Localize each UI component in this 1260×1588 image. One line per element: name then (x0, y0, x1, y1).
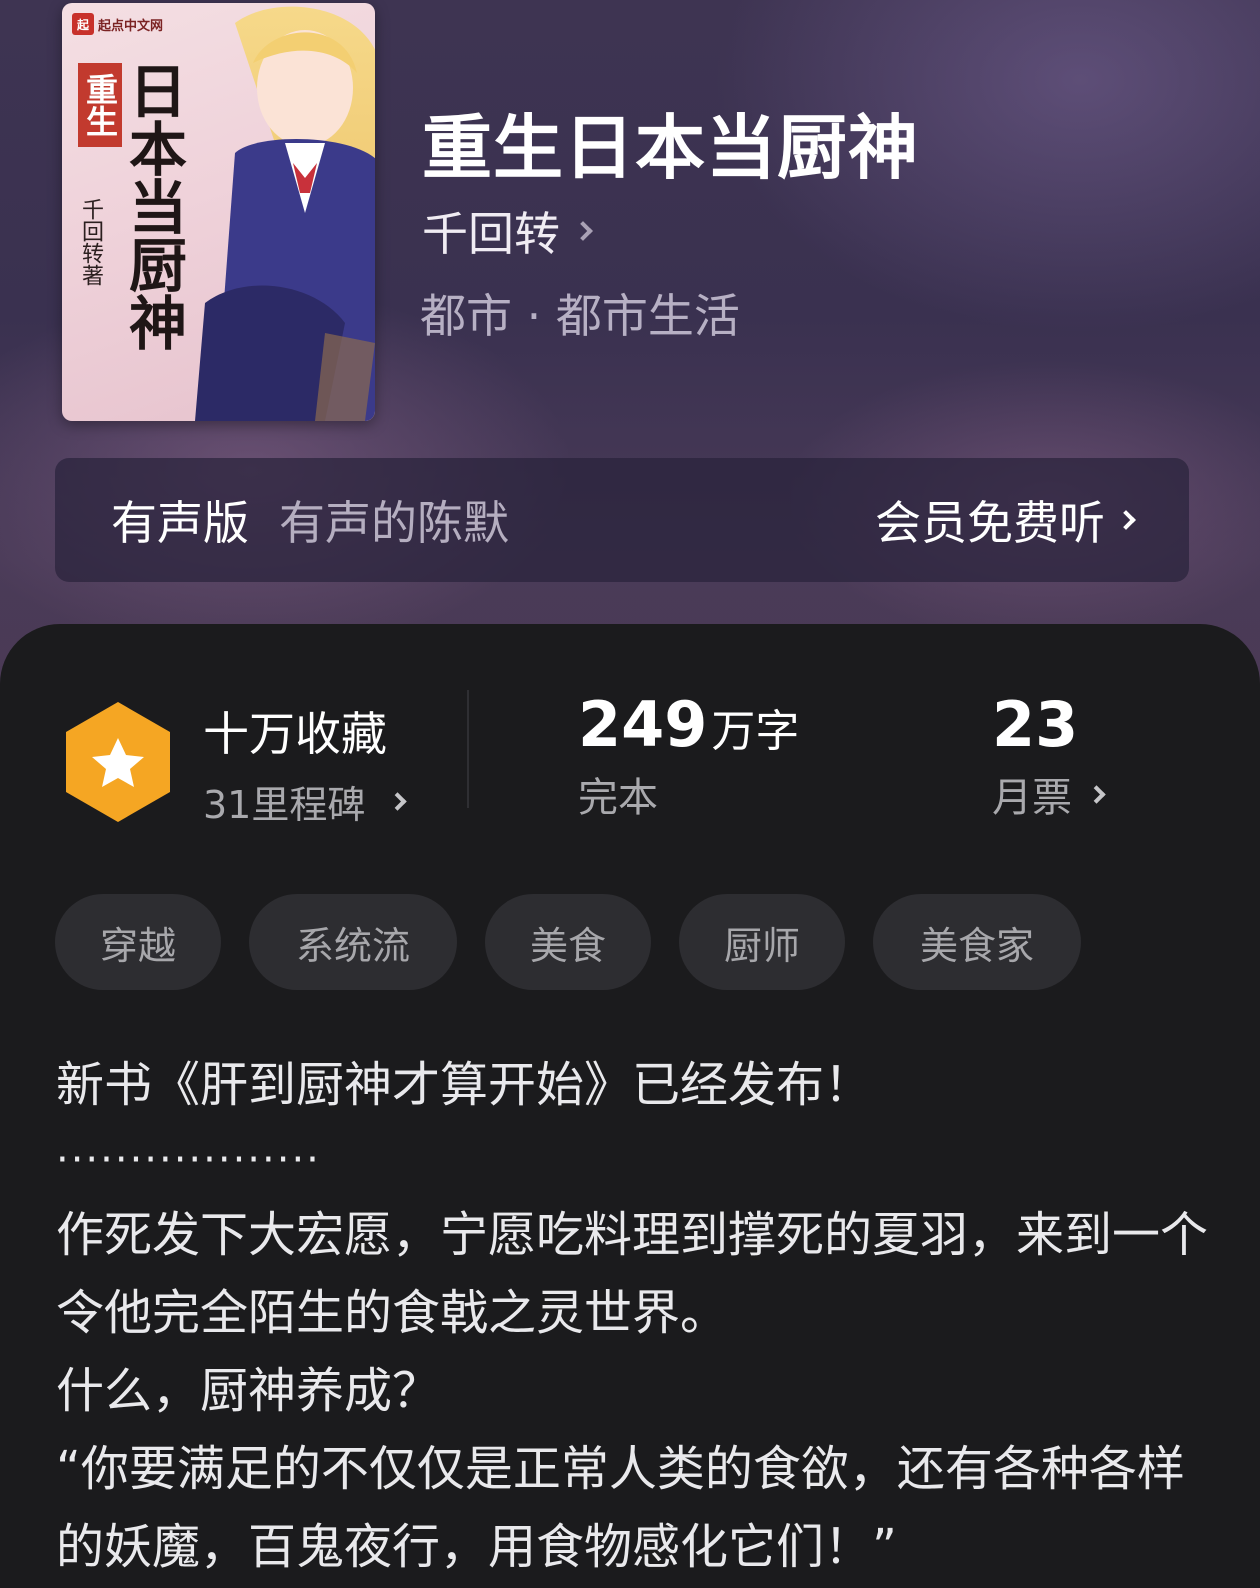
synopsis-line: “你要满足的不仅仅是正常人类的食欲，还有各种各样的妖魔，百鬼夜行，用食物感化它们… (56, 1441, 1185, 1575)
synopsis-line: 作死发下大宏愿，宁愿吃料理到撑死的夏羽，来到一个令他完全陌生的食戟之灵世界。 (56, 1207, 1209, 1341)
favorites-count: 十万收藏 (203, 707, 387, 761)
milestones-count: 31里程碑 (203, 783, 366, 827)
member-free-listen-label: 会员免费听 (875, 496, 1105, 550)
cover-title: 日本当厨神 (119, 61, 187, 351)
book-synopsis[interactable]: 新书《肝到厨神才算开始》已经发布！ ·················· 作死发… (56, 1046, 1216, 1586)
milestones-link[interactable]: 31里程碑 (203, 774, 408, 829)
word-count-number: 249 (578, 688, 708, 761)
monthly-votes-stat[interactable]: 23 月票 (992, 688, 1106, 823)
audio-label: 有声版 (111, 496, 249, 550)
word-count-unit: 万字 (711, 706, 800, 757)
cover-publisher-name: 起点中文网 (98, 18, 164, 34)
cover-publisher: 起 起点中文网 (68, 9, 169, 39)
author-link[interactable]: 千回转 (422, 198, 593, 264)
tag-list: 穿越 系统流 美食 厨师 美食家 (55, 894, 1081, 990)
author-name: 千回转 (422, 207, 560, 261)
synopsis-line: 新书《肝到厨神才算开始》已经发布！ (56, 1057, 873, 1113)
stats-row: 十万收藏 31里程碑 249万字 完本 23 月票 (0, 688, 1260, 838)
tag-chip[interactable]: 厨师 (679, 894, 845, 990)
favorites-stat[interactable]: 十万收藏 31里程碑 (203, 698, 408, 829)
tag-chip[interactable]: 穿越 (55, 894, 221, 990)
word-count-stat: 249万字 完本 (578, 688, 799, 823)
synopsis-line: 什么，厨神养成？ (56, 1363, 441, 1419)
book-category[interactable]: 都市 · 都市生活 (420, 280, 740, 346)
publisher-logo-icon: 起 (72, 13, 94, 35)
tag-chip[interactable]: 系统流 (249, 894, 457, 990)
completion-status: 完本 (578, 775, 658, 821)
chevron-right-icon (388, 792, 408, 811)
chevron-right-icon (573, 221, 593, 241)
monthly-votes-label: 月票 (992, 775, 1072, 821)
book-detail-page: 起 起点中文网 重生 日本当厨神 千回转著 重生日本当厨神 千回转 都市 · 都… (0, 0, 1260, 1588)
audio-version-bar[interactable]: 有声版 有声的陈默 会员免费听 (55, 458, 1189, 582)
chevron-right-icon (1116, 510, 1136, 530)
book-info-panel: 十万收藏 31里程碑 249万字 完本 23 月票 穿越 系统流 美食 厨师 美… (0, 624, 1260, 1588)
member-free-listen-button[interactable]: 会员免费听 (875, 487, 1136, 553)
chevron-right-icon (1087, 784, 1106, 804)
book-cover[interactable]: 起 起点中文网 重生 日本当厨神 千回转著 (62, 3, 375, 421)
stats-divider (467, 690, 469, 808)
cover-tag: 重生 (78, 63, 122, 147)
favorites-medal-icon (66, 702, 170, 822)
monthly-votes-number: 23 (992, 688, 1079, 761)
cover-illustration-icon (195, 6, 375, 421)
book-title: 重生日本当厨神 (422, 106, 919, 189)
tag-chip[interactable]: 美食家 (873, 894, 1081, 990)
cover-author: 千回转著 (78, 198, 103, 286)
audio-narrator: 有声的陈默 (279, 496, 509, 550)
book-header: 起 起点中文网 重生 日本当厨神 千回转著 重生日本当厨神 千回转 都市 · 都… (0, 0, 1260, 700)
tag-chip[interactable]: 美食 (485, 894, 651, 990)
synopsis-divider: ·················· (56, 1137, 321, 1183)
